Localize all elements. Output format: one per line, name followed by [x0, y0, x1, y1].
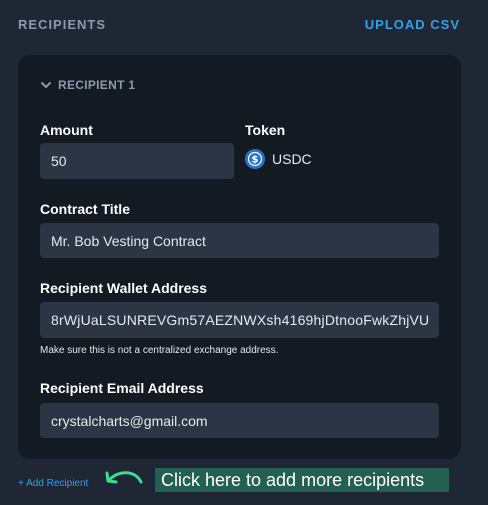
contract-title-label: Contract Title [40, 201, 130, 217]
wallet-address-label: Recipient Wallet Address [40, 280, 208, 296]
token-name: USDC [272, 151, 312, 167]
token-label: Token [245, 122, 286, 138]
svg-text:$: $ [252, 155, 259, 166]
chevron-down-icon [41, 82, 51, 88]
add-recipient-link[interactable]: + Add Recipient [18, 478, 88, 489]
recipient-card: RECIPIENT 1 Amount Token $ USDC Contract… [18, 55, 461, 459]
wallet-address-helper-text: Make sure this is not a centralized exch… [40, 345, 279, 356]
upload-csv-link[interactable]: UPLOAD CSV [365, 17, 460, 32]
recipients-section-title: RECIPIENTS [18, 17, 107, 32]
token-selector[interactable]: $ USDC [245, 149, 312, 169]
contract-title-input[interactable]: Mr. Bob Vesting Contract [40, 223, 439, 258]
usdc-coin-icon: $ [245, 149, 265, 169]
email-address-input[interactable]: crystalcharts@gmail.com [40, 403, 439, 438]
add-recipients-callout: Click here to add more recipients [155, 468, 449, 492]
amount-label: Amount [40, 122, 93, 138]
amount-input[interactable] [40, 143, 234, 179]
wallet-address-input[interactable]: 8rWjUaLSUNREVGm57AEZNWXsh4169hjDtnooFwkZ… [40, 302, 439, 338]
curved-arrow-icon [105, 471, 143, 484]
recipient-1-label: RECIPIENT 1 [58, 78, 136, 92]
recipient-1-toggle[interactable]: RECIPIENT 1 [40, 78, 135, 92]
email-address-label: Recipient Email Address [40, 380, 204, 396]
